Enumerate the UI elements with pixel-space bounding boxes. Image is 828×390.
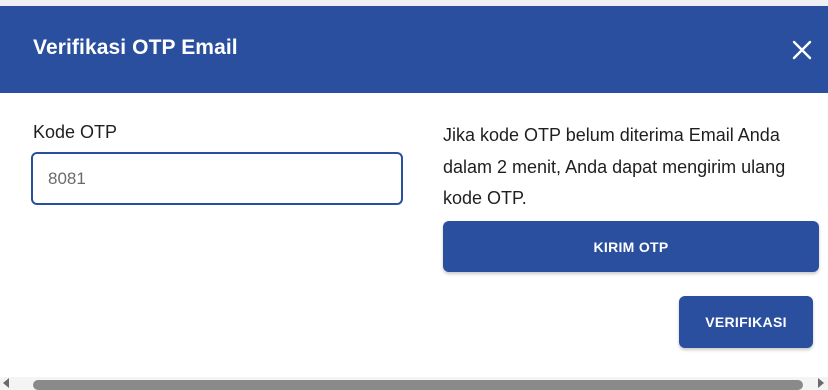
verify-button[interactable]: VERIFIKASI <box>679 296 813 348</box>
scrollbar-thumb[interactable] <box>33 380 803 390</box>
otp-label: Kode OTP <box>33 122 118 142</box>
scroll-left-icon[interactable] <box>3 378 9 388</box>
resend-info-text: Jika kode OTP belum diterima Email Anda … <box>443 125 786 208</box>
close-icon <box>792 40 812 60</box>
close-button[interactable] <box>788 36 816 64</box>
scroll-right-icon[interactable] <box>818 378 824 388</box>
otp-input[interactable] <box>31 152 403 205</box>
otp-dialog: Verifikasi OTP Email Kode OTP Jika kode … <box>0 0 828 390</box>
horizontal-scrollbar[interactable] <box>0 377 828 390</box>
resend-otp-button[interactable]: KIRIM OTP <box>443 221 819 272</box>
dialog-title: Verifikasi OTP Email <box>33 36 238 59</box>
